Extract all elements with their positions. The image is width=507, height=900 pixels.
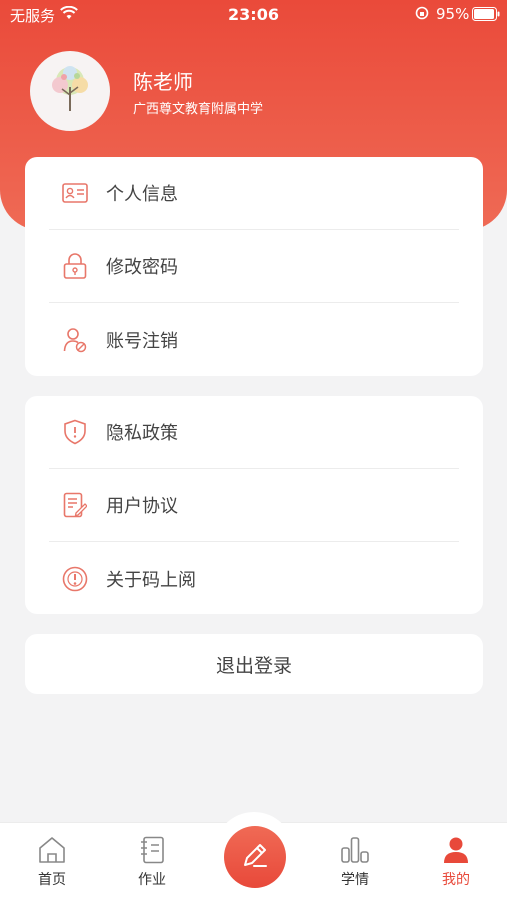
account-settings-card: 个人信息 修改密码 账号注销 — [25, 157, 483, 376]
menu-item-label: 个人信息 — [106, 184, 178, 205]
shield-icon — [61, 418, 89, 446]
document-edit-icon — [61, 491, 89, 519]
logout-button[interactable]: 退出登录 — [25, 634, 483, 694]
user-cancel-icon — [61, 326, 89, 354]
info-icon — [61, 565, 89, 593]
tree-avatar-icon — [40, 59, 100, 123]
homework-icon — [122, 835, 182, 865]
home-icon — [22, 835, 82, 865]
menu-item-privacy-policy[interactable]: 隐私政策 — [49, 396, 459, 469]
battery-icon — [472, 7, 500, 25]
user-school: 广西尊文教育附属中学 — [133, 102, 264, 117]
menu-item-user-agreement[interactable]: 用户协议 — [49, 469, 459, 542]
status-bar: 无服务 23:06 95% — [0, 0, 507, 28]
about-card: 隐私政策 用户协议 关于码上阅 — [25, 396, 483, 614]
tab-me[interactable]: 我的 — [426, 835, 486, 889]
bar-chart-icon — [325, 835, 385, 865]
user-icon — [426, 835, 486, 865]
lock-icon — [61, 252, 89, 280]
avatar[interactable] — [30, 51, 110, 131]
pencil-icon — [239, 839, 271, 875]
tab-label: 作业 — [138, 872, 166, 888]
menu-item-label: 修改密码 — [106, 257, 178, 278]
menu-item-account-cancel[interactable]: 账号注销 — [49, 303, 459, 376]
tab-label: 我的 — [442, 872, 470, 888]
battery-percentage: 95% — [436, 5, 470, 23]
tab-label: 首页 — [38, 872, 66, 888]
menu-item-about[interactable]: 关于码上阅 — [49, 542, 459, 615]
menu-item-label: 账号注销 — [106, 330, 178, 352]
orientation-lock-icon — [415, 6, 429, 24]
user-name: 陈老师 — [133, 70, 193, 94]
menu-item-label: 隐私政策 — [106, 423, 178, 444]
menu-item-personal-info[interactable]: 个人信息 — [49, 157, 459, 230]
tab-label: 学情 — [341, 872, 369, 888]
tab-home[interactable]: 首页 — [22, 835, 82, 889]
tab-homework[interactable]: 作业 — [122, 835, 182, 889]
menu-item-change-password[interactable]: 修改密码 — [49, 230, 459, 303]
tab-study[interactable]: 学情 — [325, 835, 385, 889]
compose-button[interactable] — [224, 826, 286, 888]
clock: 23:06 — [228, 5, 279, 24]
menu-item-label: 用户协议 — [106, 496, 178, 517]
id-card-icon — [61, 179, 89, 207]
menu-item-label: 关于码上阅 — [106, 569, 196, 591]
logout-label: 退出登录 — [215, 654, 292, 677]
